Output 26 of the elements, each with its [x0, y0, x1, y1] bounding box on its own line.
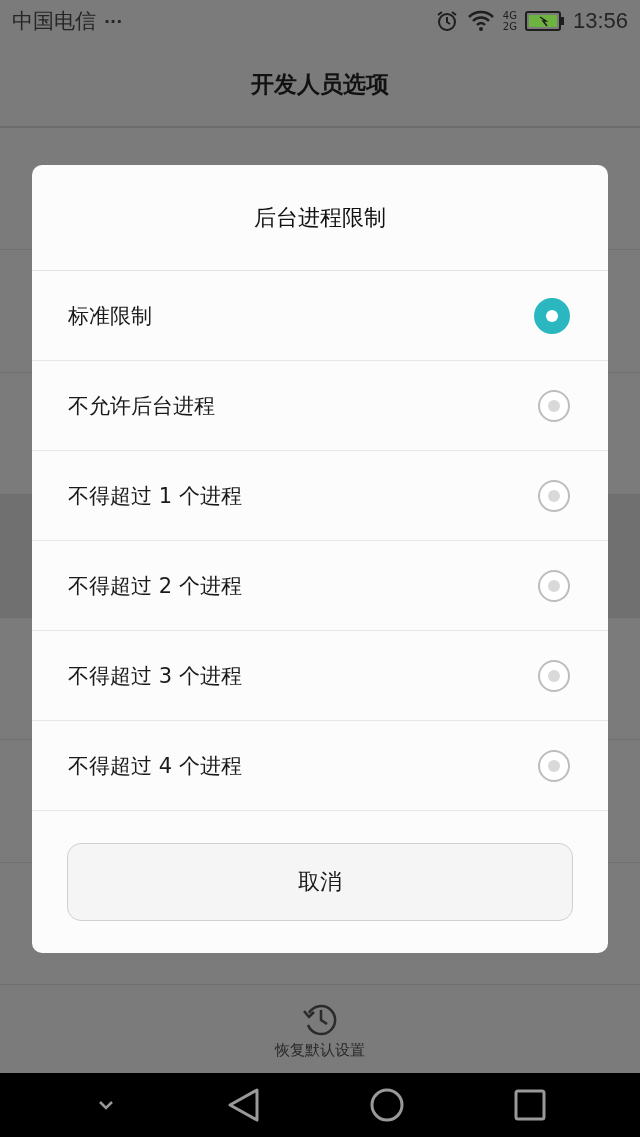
- cancel-button[interactable]: 取消: [67, 843, 573, 921]
- option-item[interactable]: 不得超过 2 个进程: [32, 541, 608, 631]
- option-item[interactable]: 不得超过 3 个进程: [32, 631, 608, 721]
- radio-button[interactable]: [534, 297, 570, 334]
- radio-button[interactable]: [538, 479, 570, 512]
- clock-time: 13:56: [572, 8, 628, 34]
- recents-icon[interactable]: [513, 1089, 546, 1121]
- option-item[interactable]: 不允许后台进程: [32, 361, 608, 451]
- carrier-name: 中国电信: [12, 8, 96, 35]
- radio-button[interactable]: [538, 389, 570, 422]
- wifi-icon: [466, 10, 495, 32]
- home-icon[interactable]: [369, 1087, 406, 1123]
- radio-button[interactable]: [538, 569, 570, 602]
- radio-button[interactable]: [538, 659, 570, 692]
- network-type: 4G: [502, 10, 517, 21]
- back-icon[interactable]: [226, 1087, 261, 1123]
- restore-defaults-button[interactable]: 恢复默认设置: [271, 994, 369, 1064]
- notification-dots: ···: [104, 11, 123, 31]
- radio-button[interactable]: [538, 749, 570, 782]
- option-item[interactable]: 标准限制: [32, 271, 608, 361]
- battery-icon: [524, 10, 565, 32]
- option-item[interactable]: 不得超过 4 个进程: [32, 721, 608, 811]
- dialog-title: 后台进程限制: [32, 165, 608, 271]
- option-item[interactable]: 不得超过 1 个进程: [32, 451, 608, 541]
- page-title: 开发人员选项: [251, 69, 389, 99]
- network-type: 2G: [502, 21, 517, 32]
